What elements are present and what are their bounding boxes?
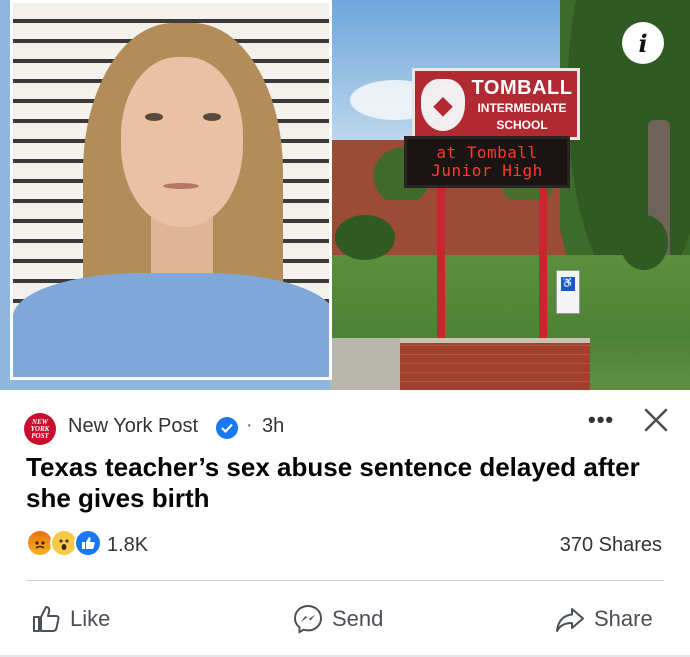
school-sign: ◆ TOMBALL INTERMEDIATE SCHOOL xyxy=(412,68,580,140)
logo-word: POST xyxy=(31,431,49,440)
post-image[interactable]: ◆ TOMBALL INTERMEDIATE SCHOOL at Tomball… xyxy=(0,0,690,390)
parking-sign: ♿ xyxy=(556,270,580,314)
mouth xyxy=(163,183,199,189)
face xyxy=(121,57,243,227)
send-label: Send xyxy=(332,606,384,631)
shirt xyxy=(13,273,329,377)
share-label: Share xyxy=(594,606,653,631)
source-name[interactable]: New York Post xyxy=(68,415,198,438)
mugshot-photo xyxy=(10,0,332,380)
led-line-1: at Tomball xyxy=(436,143,538,162)
shrub xyxy=(335,215,395,260)
share-arrow-icon xyxy=(554,603,586,635)
close-icon[interactable] xyxy=(640,404,672,436)
eye xyxy=(145,113,163,121)
like-label: Like xyxy=(70,606,111,631)
messenger-icon xyxy=(292,603,324,635)
post-headline[interactable]: Texas teacher’s sex abuse sentence delay… xyxy=(26,452,666,514)
mascot-logo: ◆ xyxy=(421,79,465,131)
source-logo[interactable]: NEW YORK POST xyxy=(24,413,56,445)
post-time[interactable]: 3h xyxy=(262,415,284,438)
reaction-icons[interactable] xyxy=(26,529,106,559)
led-marquee: at Tomball Junior High xyxy=(404,136,570,188)
led-line-2: Junior High xyxy=(431,161,543,180)
share-count[interactable]: 370 Shares xyxy=(560,534,662,557)
reaction-count[interactable]: 1.8K xyxy=(107,534,148,557)
brick-planter xyxy=(400,338,590,390)
like-button[interactable]: Like xyxy=(30,601,110,637)
sign-line-3: SCHOOL xyxy=(496,118,548,132)
verified-badge-icon xyxy=(216,417,238,439)
eye xyxy=(203,113,221,121)
send-button[interactable]: Send xyxy=(292,601,383,637)
handicap-icon: ♿ xyxy=(561,277,575,291)
info-icon[interactable]: i xyxy=(622,22,664,64)
thumbs-up-icon xyxy=(30,603,62,635)
share-button[interactable]: Share xyxy=(554,601,653,637)
separator-dot: · xyxy=(246,414,253,436)
like-reaction-icon xyxy=(74,529,102,557)
sign-line-1: TOMBALL xyxy=(471,77,573,99)
divider xyxy=(26,580,664,581)
more-options-icon[interactable]: ••• xyxy=(588,407,620,432)
sign-line-2: INTERMEDIATE xyxy=(477,101,567,115)
info-glyph: i xyxy=(638,28,648,58)
shrub xyxy=(620,215,668,270)
